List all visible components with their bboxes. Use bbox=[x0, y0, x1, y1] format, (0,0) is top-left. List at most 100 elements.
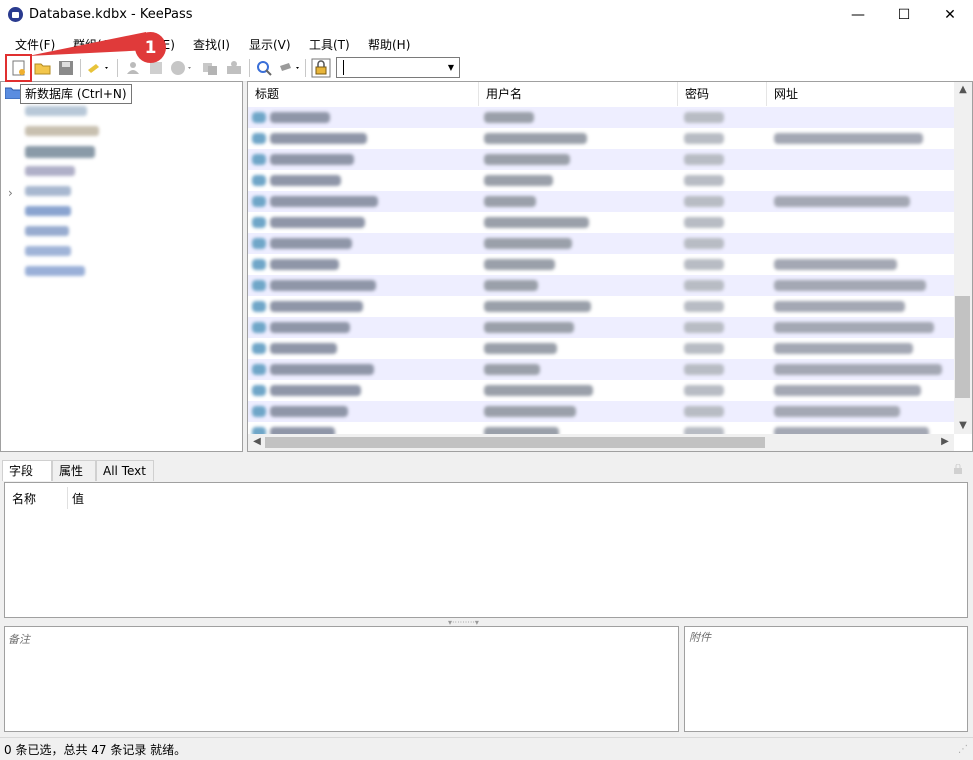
status-text: 0 条已选，总共 47 条记录 就绪。 bbox=[4, 743, 187, 757]
redacted-cell bbox=[252, 364, 266, 375]
notes-label: 备注 bbox=[8, 633, 30, 646]
redacted-cell bbox=[252, 238, 266, 249]
redacted-cell bbox=[484, 133, 587, 144]
table-row[interactable] bbox=[248, 170, 954, 191]
vertical-scroll-thumb[interactable] bbox=[955, 296, 970, 398]
redacted-cell bbox=[270, 196, 378, 207]
tab-all-text[interactable]: All Text bbox=[96, 460, 154, 481]
redacted-cell bbox=[252, 301, 266, 312]
redacted-cell bbox=[484, 322, 574, 333]
highlight-box bbox=[5, 54, 32, 82]
redacted-cell bbox=[252, 385, 266, 396]
redacted-cell bbox=[684, 217, 724, 228]
attachments-box[interactable]: 附件 bbox=[684, 626, 968, 732]
redacted-cell bbox=[252, 343, 266, 354]
fields-column-name[interactable]: 名称 bbox=[12, 490, 36, 507]
tree-item[interactable] bbox=[25, 106, 87, 116]
group-tree[interactable]: › bbox=[0, 81, 243, 452]
redacted-cell bbox=[484, 217, 589, 228]
redacted-cell bbox=[774, 406, 900, 417]
redacted-cell bbox=[252, 154, 266, 165]
tab-fields[interactable]: 字段 bbox=[2, 460, 52, 481]
redacted-cell bbox=[684, 154, 724, 165]
table-row[interactable] bbox=[248, 233, 954, 254]
redacted-cell bbox=[484, 154, 570, 165]
redacted-cell bbox=[270, 112, 330, 123]
redacted-cell bbox=[484, 406, 576, 417]
tree-item[interactable] bbox=[25, 266, 85, 276]
table-row[interactable] bbox=[248, 128, 954, 149]
redacted-cell bbox=[774, 301, 905, 312]
redacted-cell bbox=[684, 175, 724, 186]
redacted-cell bbox=[270, 154, 354, 165]
table-row[interactable] bbox=[248, 191, 954, 212]
tree-item[interactable] bbox=[25, 166, 75, 176]
table-row[interactable] bbox=[248, 149, 954, 170]
redacted-cell bbox=[684, 364, 724, 375]
lock-small-icon bbox=[953, 463, 963, 474]
table-row[interactable] bbox=[248, 254, 954, 275]
redacted-cell bbox=[774, 385, 921, 396]
redacted-cell bbox=[484, 259, 555, 270]
fields-table[interactable]: 名称 值 bbox=[4, 482, 968, 618]
table-row[interactable] bbox=[248, 296, 954, 317]
redacted-cell bbox=[684, 196, 724, 207]
entry-list[interactable]: 标题 用户名 密码 网址 bbox=[247, 81, 973, 452]
resize-grip-icon[interactable]: ⋰ bbox=[958, 744, 968, 755]
redacted-cell bbox=[484, 175, 553, 186]
redacted-cell bbox=[270, 217, 365, 228]
redacted-cell bbox=[484, 196, 536, 207]
entry-rows bbox=[248, 107, 954, 435]
table-row[interactable] bbox=[248, 212, 954, 233]
tree-item[interactable] bbox=[25, 206, 71, 216]
horizontal-scroll-thumb[interactable] bbox=[265, 437, 765, 448]
table-row[interactable] bbox=[248, 380, 954, 401]
redacted-cell bbox=[252, 112, 266, 123]
scroll-left-icon[interactable]: ◀ bbox=[249, 436, 265, 447]
redacted-cell bbox=[252, 175, 266, 186]
redacted-cell bbox=[270, 406, 348, 417]
redacted-cell bbox=[774, 196, 910, 207]
tree-item[interactable] bbox=[25, 186, 71, 196]
redacted-cell bbox=[270, 259, 339, 270]
redacted-cell bbox=[270, 280, 376, 291]
redacted-cell bbox=[684, 280, 724, 291]
redacted-cell bbox=[684, 322, 724, 333]
expand-chevron-icon[interactable]: › bbox=[8, 186, 13, 200]
table-row[interactable] bbox=[248, 338, 954, 359]
table-row[interactable] bbox=[248, 275, 954, 296]
tree-item[interactable] bbox=[25, 146, 95, 158]
redacted-cell bbox=[774, 343, 913, 354]
redacted-cell bbox=[774, 322, 934, 333]
table-row[interactable] bbox=[248, 107, 954, 128]
redacted-cell bbox=[484, 280, 538, 291]
redacted-cell bbox=[270, 133, 367, 144]
redacted-cell bbox=[684, 133, 724, 144]
redacted-cell bbox=[252, 322, 266, 333]
tab-properties[interactable]: 属性 bbox=[52, 460, 96, 481]
tree-item[interactable] bbox=[25, 226, 69, 236]
redacted-cell bbox=[270, 385, 361, 396]
table-row[interactable] bbox=[248, 359, 954, 380]
redacted-cell bbox=[484, 112, 534, 123]
scroll-down-icon[interactable]: ▼ bbox=[955, 420, 971, 431]
table-row[interactable] bbox=[248, 317, 954, 338]
scroll-right-icon[interactable]: ▶ bbox=[937, 436, 953, 447]
table-row[interactable] bbox=[248, 401, 954, 422]
fields-column-value[interactable]: 值 bbox=[72, 490, 84, 507]
redacted-cell bbox=[774, 280, 926, 291]
redacted-cell bbox=[684, 238, 724, 249]
notes-box[interactable]: 备注 bbox=[4, 626, 679, 732]
redacted-cell bbox=[484, 238, 572, 249]
tree-item[interactable] bbox=[25, 246, 71, 256]
new-database-tooltip: 新数据库 (Ctrl+N) bbox=[20, 84, 132, 104]
redacted-cell bbox=[684, 406, 724, 417]
redacted-cell bbox=[252, 196, 266, 207]
redacted-cell bbox=[684, 343, 724, 354]
redacted-cell bbox=[684, 112, 724, 123]
tree-item[interactable] bbox=[25, 126, 99, 136]
redacted-cell bbox=[252, 259, 266, 270]
redacted-cell bbox=[774, 364, 942, 375]
attachments-label: 附件 bbox=[689, 631, 711, 644]
redacted-cell bbox=[252, 280, 266, 291]
